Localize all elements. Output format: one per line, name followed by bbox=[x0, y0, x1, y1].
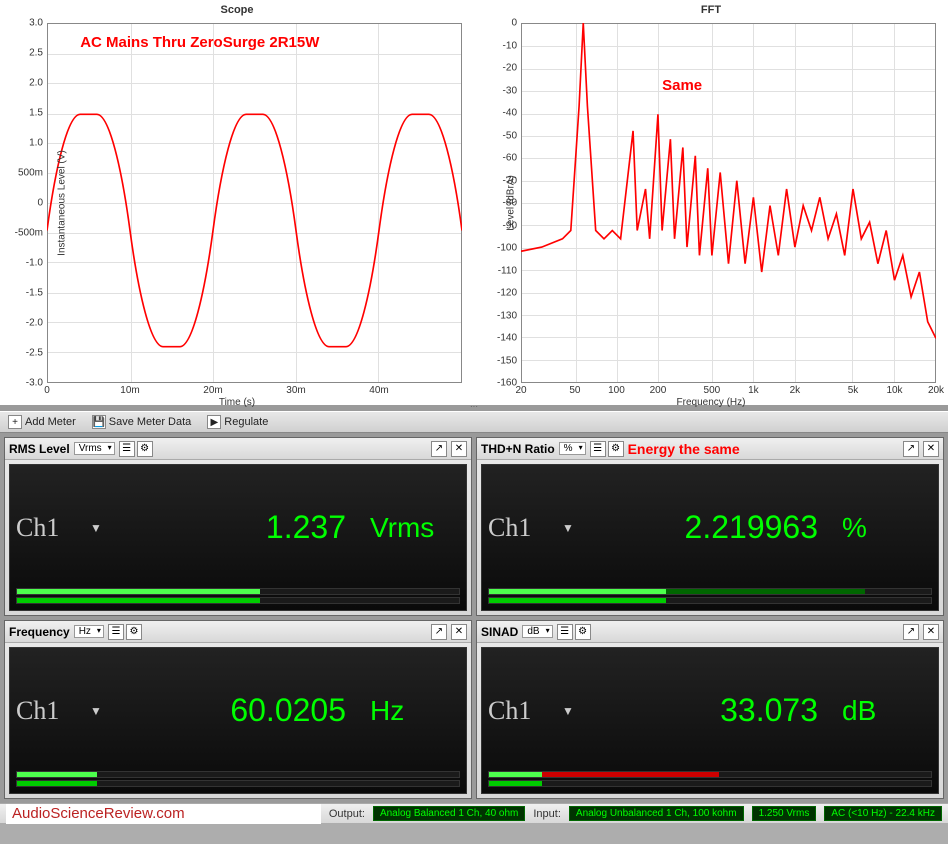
sinad-title: SINAD bbox=[481, 625, 518, 639]
rms-level-meter: RMS Level Vrms ☰ ⚙ ↗ ✕ Ch1 ▼ 1.237 Vrms bbox=[4, 437, 472, 616]
rms-value: 1.237 bbox=[112, 509, 370, 546]
fft-annotation: Same bbox=[662, 77, 702, 94]
input-label: Input: bbox=[533, 808, 561, 820]
vrms-value[interactable]: 1.250 Vrms bbox=[752, 806, 817, 821]
popout-icon[interactable]: ↗ bbox=[903, 624, 919, 640]
chevron-down-icon[interactable]: ▼ bbox=[562, 521, 574, 535]
thdn-value: 2.219963 bbox=[584, 509, 842, 546]
gear-icon[interactable]: ⚙ bbox=[137, 441, 153, 457]
chart-icon[interactable]: ☰ bbox=[119, 441, 135, 457]
chart-icon[interactable]: ☰ bbox=[557, 624, 573, 640]
scope-ylabel: Instantaneous Level (V) bbox=[56, 150, 67, 256]
close-icon[interactable]: ✕ bbox=[923, 441, 939, 457]
freq-title: Frequency bbox=[9, 625, 70, 639]
frequency-meter: Frequency Hz ☰ ⚙ ↗ ✕ Ch1 ▼ 60.0205 Hz bbox=[4, 620, 472, 799]
freq-header: Frequency Hz ☰ ⚙ ↗ ✕ bbox=[5, 621, 471, 643]
close-icon[interactable]: ✕ bbox=[451, 441, 467, 457]
scope-body[interactable]: 3.0 2.5 2.0 1.5 1.0 500m 0 -500m -1.0 -1… bbox=[47, 23, 462, 383]
rms-unit-select[interactable]: Vrms bbox=[74, 442, 115, 455]
plus-icon: + bbox=[8, 415, 22, 429]
popout-icon[interactable]: ↗ bbox=[903, 441, 919, 457]
thdn-header: THD+N Ratio % ☰ ⚙ Energy the same ↗ ✕ bbox=[477, 438, 943, 460]
thdn-unit-select[interactable]: % bbox=[559, 442, 586, 455]
thdn-note: Energy the same bbox=[628, 441, 744, 457]
sinad-header: SINAD dB ☰ ⚙ ↗ ✕ bbox=[477, 621, 943, 643]
fft-trace bbox=[521, 23, 936, 438]
sinad-unit-select[interactable]: dB bbox=[522, 625, 552, 638]
freq-display: Ch1 ▼ 60.0205 Hz bbox=[9, 647, 467, 794]
sinad-value: 33.073 bbox=[584, 692, 842, 729]
gear-icon[interactable]: ⚙ bbox=[575, 624, 591, 640]
freq-unit: Hz bbox=[370, 695, 460, 727]
close-icon[interactable]: ✕ bbox=[451, 624, 467, 640]
rms-title: RMS Level bbox=[9, 442, 70, 456]
thdn-channel: Ch1 bbox=[488, 513, 568, 543]
thdn-title: THD+N Ratio bbox=[481, 442, 555, 456]
rms-header: RMS Level Vrms ☰ ⚙ ↗ ✕ bbox=[5, 438, 471, 460]
chart-icon[interactable]: ☰ bbox=[590, 441, 606, 457]
meters-grid: RMS Level Vrms ☰ ⚙ ↗ ✕ Ch1 ▼ 1.237 Vrms bbox=[0, 433, 948, 803]
fft-ylabel: Level (dBrA) bbox=[505, 175, 516, 231]
close-icon[interactable]: ✕ bbox=[923, 624, 939, 640]
scope-trace bbox=[47, 23, 462, 438]
freq-value: 60.0205 bbox=[112, 692, 370, 729]
bandwidth-value[interactable]: AC (<10 Hz) - 22.4 kHz bbox=[824, 806, 942, 821]
thdn-unit: % bbox=[842, 512, 932, 544]
output-label: Output: bbox=[329, 808, 365, 820]
input-value[interactable]: Analog Unbalanced 1 Ch, 100 kohm bbox=[569, 806, 744, 821]
chevron-down-icon[interactable]: ▼ bbox=[90, 704, 102, 718]
statusbar: AudioScienceReview.com Output: Analog Ba… bbox=[0, 803, 948, 823]
chevron-down-icon[interactable]: ▼ bbox=[90, 521, 102, 535]
charts-row: Scope 3.0 2.5 2.0 1.5 1.0 500m 0 -500m bbox=[0, 0, 948, 405]
sinad-meter: SINAD dB ☰ ⚙ ↗ ✕ Ch1 ▼ 33.073 dB bbox=[476, 620, 944, 799]
brand-label: AudioScienceReview.com bbox=[6, 804, 321, 824]
gear-icon[interactable]: ⚙ bbox=[608, 441, 624, 457]
sinad-unit: dB bbox=[842, 695, 932, 727]
rms-display: Ch1 ▼ 1.237 Vrms bbox=[9, 464, 467, 611]
gear-icon[interactable]: ⚙ bbox=[126, 624, 142, 640]
scope-title: Scope bbox=[2, 2, 472, 18]
sinad-channel: Ch1 bbox=[488, 696, 568, 726]
fft-body[interactable]: 0 -10 -20 -30 -40 -50 -60 -70 -80 -90 -1… bbox=[521, 23, 936, 383]
output-value[interactable]: Analog Balanced 1 Ch, 40 ohm bbox=[373, 806, 525, 821]
popout-icon[interactable]: ↗ bbox=[431, 441, 447, 457]
scope-panel: Scope 3.0 2.5 2.0 1.5 1.0 500m 0 -500m bbox=[0, 0, 474, 405]
freq-channel: Ch1 bbox=[16, 696, 96, 726]
sinad-display: Ch1 ▼ 33.073 dB bbox=[481, 647, 939, 794]
rms-unit: Vrms bbox=[370, 512, 460, 544]
chevron-down-icon[interactable]: ▼ bbox=[562, 704, 574, 718]
popout-icon[interactable]: ↗ bbox=[431, 624, 447, 640]
thdn-meter: THD+N Ratio % ☰ ⚙ Energy the same ↗ ✕ Ch… bbox=[476, 437, 944, 616]
freq-unit-select[interactable]: Hz bbox=[74, 625, 104, 638]
fft-panel: FFT 0 -10 -20 -30 -4 bbox=[474, 0, 948, 405]
fft-title: FFT bbox=[476, 2, 946, 18]
rms-channel: Ch1 bbox=[16, 513, 96, 543]
thdn-display: Ch1 ▼ 2.219963 % bbox=[481, 464, 939, 611]
scope-annotation: AC Mains Thru ZeroSurge 2R15W bbox=[80, 34, 319, 51]
chart-icon[interactable]: ☰ bbox=[108, 624, 124, 640]
